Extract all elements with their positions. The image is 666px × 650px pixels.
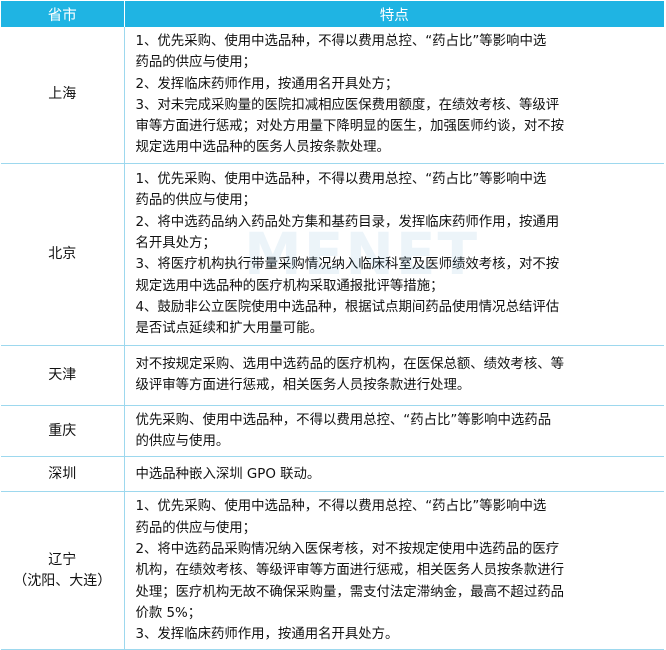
features-cell: 优先采购、使用中选品种，不得以费用总控、“药占比”等影响中选药品 的供应与使用。 bbox=[124, 405, 664, 458]
feature-line: 1、优先采购、使用中选品种，不得以费用总控、“药占比”等影响中选 bbox=[135, 499, 547, 515]
city-name: 上海 bbox=[48, 86, 77, 103]
feature-line: 药品的供应与使用； bbox=[135, 55, 257, 71]
feature-line: 级评审等方面进行惩戒，相关医务人员按条款进行处理。 bbox=[135, 378, 471, 394]
features-cell: 中选品种嵌入深圳 GPO 联动。 bbox=[124, 456, 664, 493]
feature-line: 规定选用中选品种的医务人员按条款处理。 bbox=[135, 140, 390, 156]
feature-line: 中选品种嵌入深圳 GPO 联动。 bbox=[135, 466, 321, 482]
policy-table-container: 省市 特点 上海 1、优先采购、使用中选品种，不得以费用总控、“药占比”等影响中选… bbox=[1, 1, 664, 650]
city-name: 重庆 bbox=[48, 422, 77, 439]
feature-line: 的供应与使用。 bbox=[135, 434, 230, 450]
table-row: 深圳 中选品种嵌入深圳 GPO 联动。 bbox=[1, 456, 664, 493]
features-cell: 1、优先采购、使用中选品种，不得以费用总控、“药占比”等影响中选 药品的供应与使用… bbox=[124, 491, 664, 650]
feature-line: 1、优先采购、使用中选品种，不得以费用总控、“药占比”等影响中选 bbox=[135, 172, 547, 188]
feature-line: 机构，在绩效考核、等级评审等方面进行惩戒，相关医务人员按条款进行 bbox=[135, 563, 565, 579]
feature-line: 2、发挥临床药师作用，按通用名开具处方； bbox=[135, 76, 399, 92]
feature-line: 3、对未完成采购量的医院扣减相应医保费用额度，在绩效考核、等级评 bbox=[135, 97, 560, 113]
city-cell: 上海 bbox=[1, 27, 125, 164]
table-body: 上海 1、优先采购、使用中选品种，不得以费用总控、“药占比”等影响中选 药品的供应与… bbox=[1, 27, 664, 650]
city-subname: （沈阳、大连） bbox=[13, 572, 112, 589]
table-row: 北京 1、优先采购、使用中选品种，不得以费用总控、“药占比”等影响中选 药品的供应与… bbox=[1, 163, 664, 346]
city-name: 北京 bbox=[48, 245, 77, 262]
header-features: 特点 bbox=[124, 1, 664, 27]
table-row: 重庆 优先采购、使用中选品种，不得以费用总控、“药占比”等影响中选药品 的供应与使用… bbox=[1, 405, 664, 458]
city-name: 深圳 bbox=[48, 465, 77, 482]
table-header-row: 省市 特点 bbox=[1, 1, 664, 27]
feature-line: 名开具处方； bbox=[135, 235, 216, 251]
feature-line: 优先采购、使用中选品种，不得以费用总控、“药占比”等影响中选药品 bbox=[135, 412, 552, 428]
feature-line: 3、将医疗机构执行带量采购情况纳入临床科室及医师绩效考核，对不按 bbox=[135, 257, 560, 273]
feature-line: 3、发挥临床药师作用，按通用名开具处方。 bbox=[135, 627, 399, 643]
feature-line: 2、将中选药品纳入药品处方集和基药目录，发挥临床药师作用，按通用 bbox=[135, 214, 560, 230]
feature-line: 2、将中选药品采购情况纳入医保考核，对不按规定使用中选药品的医疗 bbox=[135, 541, 560, 557]
table-row: 天津 对不按规定采购、选用中选药品的医疗机构，在医保总额、绩效考核、等 级评审等方面… bbox=[1, 345, 664, 406]
city-name: 天津 bbox=[48, 366, 77, 383]
features-cell: 1、优先采购、使用中选品种，不得以费用总控、“药占比”等影响中选 药品的供应与使用… bbox=[124, 27, 664, 164]
header-city: 省市 bbox=[1, 1, 125, 27]
feature-line: 药品的供应与使用； bbox=[135, 193, 257, 209]
city-cell: 天津 bbox=[1, 345, 125, 406]
feature-line: 对不按规定采购、选用中选药品的医疗机构，在医保总额、绩效考核、等 bbox=[135, 356, 565, 372]
feature-line: 规定选用中选品种的医疗机构采取通报批评等措施； bbox=[135, 278, 444, 294]
feature-line: 审等方面进行惩戒；对处方用量下降明显的医生，加强医师约谈，对不按 bbox=[135, 119, 565, 135]
feature-line: 处理；医疗机构无故不确保采购量，需支付法定滞纳金，最高不超过药品 bbox=[135, 584, 565, 600]
feature-line: 4、鼓励非公立医院使用中选品种，根据试点期间药品使用情况总结评估 bbox=[135, 299, 560, 315]
city-cell: 辽宁 （沈阳、大连） bbox=[1, 491, 125, 650]
city-cell: 北京 bbox=[1, 163, 125, 346]
city-cell: 重庆 bbox=[1, 405, 125, 458]
feature-line: 药品的供应与使用； bbox=[135, 520, 257, 536]
city-cell: 深圳 bbox=[1, 456, 125, 493]
feature-line: 是否试点延续和扩大用量可能。 bbox=[135, 321, 323, 337]
features-cell: 对不按规定采购、选用中选药品的医疗机构，在医保总额、绩效考核、等 级评审等方面进行… bbox=[124, 345, 664, 406]
feature-line: 价款 5%； bbox=[135, 605, 202, 621]
city-name: 辽宁 bbox=[48, 551, 77, 568]
feature-line: 1、优先采购、使用中选品种，不得以费用总控、“药占比”等影响中选 bbox=[135, 34, 547, 49]
features-cell: 1、优先采购、使用中选品种，不得以费用总控、“药占比”等影响中选 药品的供应与使用… bbox=[124, 163, 664, 346]
policy-table: 省市 特点 上海 1、优先采购、使用中选品种，不得以费用总控、“药占比”等影响中选… bbox=[1, 1, 664, 650]
table-row: 辽宁 （沈阳、大连） 1、优先采购、使用中选品种，不得以费用总控、“药占比”等影响中… bbox=[1, 491, 664, 650]
table-row: 上海 1、优先采购、使用中选品种，不得以费用总控、“药占比”等影响中选 药品的供应与… bbox=[1, 27, 664, 164]
